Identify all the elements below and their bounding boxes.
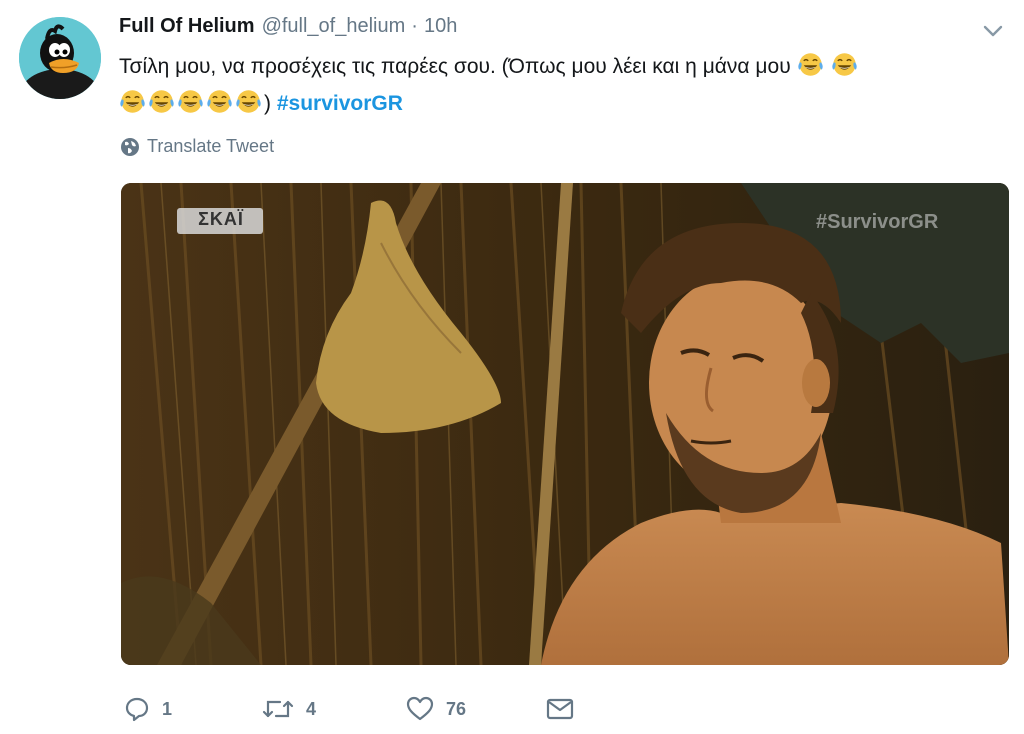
hashtag-link[interactable]: #survivorGR (277, 92, 403, 115)
tweet-text: Τσίλη μου, να προσέχεις τις παρέες σου. … (119, 48, 999, 122)
face-with-tears-of-joy-icon (149, 90, 174, 113)
face-with-tears-of-joy-icon (207, 90, 232, 113)
watermark: #SurvivorGR (816, 211, 939, 233)
user-handle[interactable]: @full_of_helium (262, 15, 406, 38)
channel-logo: ΣΚΑΪ (198, 209, 244, 229)
face-with-tears-of-joy-icon (832, 53, 858, 76)
translate-tweet-button[interactable]: Translate Tweet (120, 136, 274, 157)
tweet-header: Full Of Helium @full_of_helium · 10h (119, 15, 457, 43)
timestamp[interactable]: 10h (424, 15, 457, 38)
avatar[interactable] (19, 17, 101, 99)
separator-dot: · (411, 15, 418, 37)
face-with-tears-of-joy-icon (797, 53, 823, 76)
retweet-icon (262, 700, 294, 718)
display-name[interactable]: Full Of Helium (119, 15, 255, 38)
direct-message-button[interactable] (546, 697, 574, 721)
translate-label: Translate Tweet (147, 136, 275, 156)
retweet-button[interactable]: 4 (262, 696, 406, 722)
face-with-tears-of-joy-icon (236, 90, 261, 113)
reply-icon (125, 697, 149, 722)
reply-count: 1 (162, 698, 173, 719)
face-with-tears-of-joy-icon (120, 90, 145, 113)
more-options-caret[interactable] (982, 20, 1004, 42)
tweet-media-image[interactable]: ΣΚΑΪ #SurvivorGR (121, 183, 1009, 665)
face-with-tears-of-joy-icon (178, 90, 203, 113)
retweet-count: 4 (306, 698, 317, 719)
globe-icon (121, 137, 139, 156)
like-button[interactable]: 76 (406, 696, 546, 722)
like-count: 76 (446, 698, 467, 719)
chevron-down-icon (983, 25, 1003, 37)
duck-avatar-icon (19, 17, 101, 99)
tweet-actions: 1 4 76 (124, 692, 574, 726)
heart-icon (406, 696, 434, 721)
tweet-text-part2: ) (264, 92, 271, 115)
reply-button[interactable]: 1 (124, 696, 262, 722)
envelope-icon (546, 698, 574, 720)
survivor-scene-image (121, 183, 1009, 665)
tweet-text-part1: Τσίλη μου, να προσέχεις τις παρέες σου. … (119, 55, 791, 78)
